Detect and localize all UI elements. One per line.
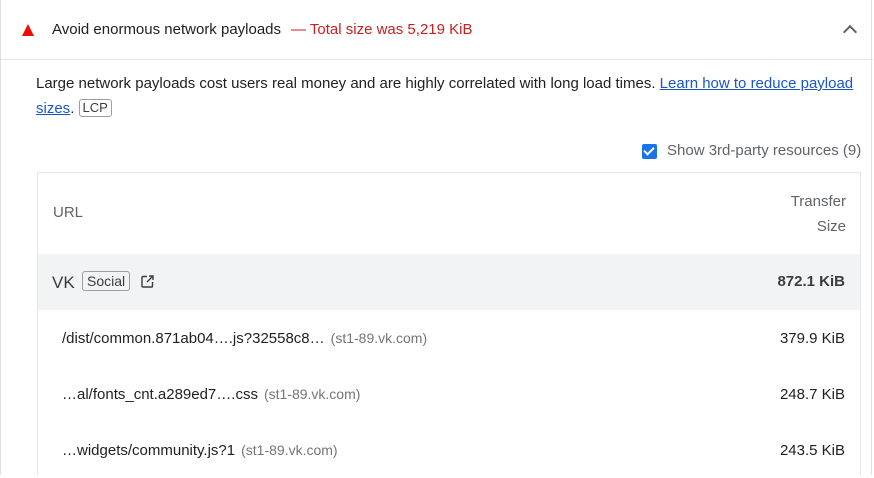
url-column-header: URL <box>53 204 84 221</box>
entity-total-size: 872.1 KiB <box>777 273 845 290</box>
description-period: . <box>70 100 75 117</box>
resource-size: 379.9 KiB <box>779 330 845 347</box>
entity-category-chip: Social <box>82 271 131 291</box>
external-link-icon[interactable] <box>141 275 154 288</box>
resource-url[interactable]: …widgets/community.js?1 (st1-89.vk.com) <box>62 442 338 459</box>
audit-summary: — Total size was 5,219 KiB <box>291 21 473 38</box>
audit-header[interactable]: Avoid enormous network payloads — Total … <box>1 0 873 60</box>
resource-url[interactable]: …al/fonts_cnt.a289ed7….css (st1-89.vk.com… <box>62 386 360 403</box>
description-text: Large network payloads cost users real m… <box>36 75 660 92</box>
resource-path: …al/fonts_cnt.a289ed7….css <box>62 386 258 403</box>
transfer-size-header-line1: Transfer <box>790 193 846 210</box>
audit-description: Large network payloads cost users real m… <box>36 71 861 121</box>
fail-triangle-icon <box>22 24 34 36</box>
third-party-label: Show 3rd-party resources (9) <box>667 142 862 159</box>
resource-size: 248.7 KiB <box>779 386 845 403</box>
resource-host: (st1-89.vk.com) <box>241 442 338 458</box>
entity-group-row: VK Social 872.1 KiB <box>38 254 860 310</box>
resource-size: 243.5 KiB <box>779 442 845 459</box>
resources-table: URL Transfer Size VK Social 872.1 KiB /d… <box>37 172 861 475</box>
entity-name: VK <box>52 273 75 292</box>
transfer-size-column-header: Transfer Size <box>766 189 846 239</box>
resource-host: (st1-89.vk.com) <box>263 386 361 402</box>
resource-path: /dist/common.871ab04….js?32558c8… <box>62 330 325 347</box>
table-row: …widgets/community.js?1 (st1-89.vk.com) 2… <box>38 422 860 478</box>
resource-path: …widgets/community.js?1 <box>62 442 236 459</box>
chevron-up-icon[interactable] <box>842 24 858 40</box>
third-party-checkbox[interactable] <box>642 144 657 159</box>
resource-host: (st1-89.vk.com) <box>330 330 428 346</box>
table-row: /dist/common.871ab04….js?32558c8… (st1-89… <box>38 310 860 366</box>
metric-chip-lcp: LCP <box>78 99 112 117</box>
audit-panel: Avoid enormous network payloads — Total … <box>0 0 873 475</box>
audit-title: Avoid enormous network payloads <box>52 21 282 38</box>
table-row: …al/fonts_cnt.a289ed7….css (st1-89.vk.com… <box>38 366 860 422</box>
transfer-size-header-line2: Size <box>816 218 846 235</box>
resource-url[interactable]: /dist/common.871ab04….js?32558c8… (st1-89… <box>62 330 427 347</box>
